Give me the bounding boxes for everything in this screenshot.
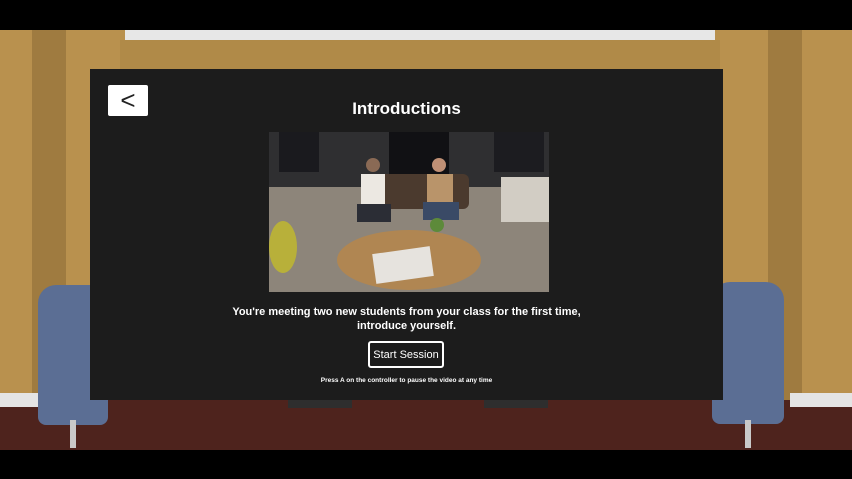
right-baseboard <box>790 393 852 407</box>
session-panel: < Introductions You're meeting two new s… <box>90 69 723 400</box>
description-line-2: introduce yourself. <box>356 320 457 332</box>
video-thumbnail-image <box>269 132 549 292</box>
controller-hint: Press A on the controller to pause the v… <box>320 377 493 384</box>
right-armchair-leg <box>745 420 751 448</box>
page-title: Introductions <box>352 99 461 118</box>
ceiling-light <box>110 30 730 40</box>
table-foot-right <box>484 400 548 408</box>
session-description: You're meeting two new students from you… <box>90 305 723 333</box>
table-foot-left <box>288 400 352 408</box>
start-session-button[interactable]: Start Session <box>368 341 444 368</box>
vr-room-scene: < Introductions You're meeting two new s… <box>0 0 852 479</box>
video-preview <box>269 132 549 292</box>
left-armchair-leg <box>70 420 76 448</box>
description-line-1: You're meeting two new students from you… <box>232 306 581 318</box>
